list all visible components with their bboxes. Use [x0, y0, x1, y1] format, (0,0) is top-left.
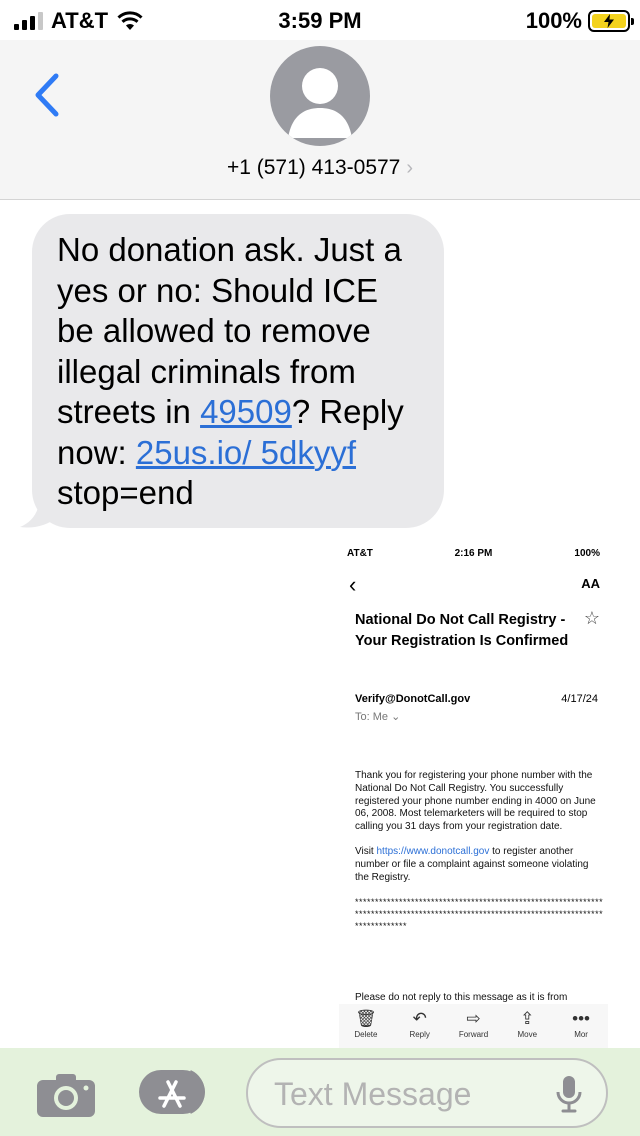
- app-store-icon[interactable]: [138, 1068, 214, 1116]
- zip-code-link[interactable]: 49509: [200, 393, 292, 430]
- attachment-time: 2:16 PM: [454, 548, 493, 559]
- email-subject: National Do Not Call Registry - Your Reg…: [355, 612, 569, 649]
- toolbar-label: Forward: [458, 1030, 489, 1039]
- back-chevron-icon[interactable]: [28, 70, 64, 120]
- message-input[interactable]: Text Message: [246, 1058, 608, 1128]
- status-bar: AT&T 3:59 PM 100%: [0, 0, 640, 40]
- message-text-3: stop=end: [57, 474, 194, 511]
- person-icon: [288, 68, 352, 138]
- reply-icon: ↶: [412, 1009, 427, 1028]
- toolbar-reply: ↶ Reply: [394, 1008, 446, 1048]
- compose-bar: Text Message: [0, 1048, 640, 1136]
- message-input-placeholder: Text Message: [274, 1076, 472, 1112]
- contact-name-row[interactable]: +1 (571) 413-0577 ›: [0, 156, 640, 180]
- microphone-icon[interactable]: [554, 1074, 584, 1114]
- toolbar-more: ••• Mor: [555, 1008, 607, 1048]
- move-icon: ⇪: [520, 1009, 535, 1028]
- toolbar-forward: ⇨ Forward: [447, 1008, 499, 1048]
- battery-percent: 100%: [525, 8, 582, 33]
- toolbar-label: Mor: [574, 1030, 588, 1039]
- email-sender: Verify@DonotCall.gov: [355, 693, 471, 705]
- trash-icon: 🗑: [355, 1009, 377, 1028]
- email-toolbar: 🗑 Delete ↶ Reply ⇨ Forward ⇪ Move ••• Mo…: [339, 1004, 608, 1048]
- email-paragraph-2: Visit https://www.donotcall.gov to regis…: [355, 846, 605, 884]
- email-body: Thank you for registering your phone num…: [355, 770, 605, 932]
- short-url-link[interactable]: 25us.io/ 5dkyyf: [136, 434, 356, 471]
- email-text: Visit: [355, 845, 377, 857]
- battery-icon: [588, 10, 634, 32]
- attachment-battery: 100%: [574, 548, 600, 559]
- toolbar-label: Delete: [354, 1030, 378, 1039]
- email-recipient: To: Me ⌄: [355, 711, 401, 723]
- charging-bolt-icon: [604, 14, 614, 28]
- toolbar-label: Move: [517, 1030, 538, 1039]
- toolbar-move: ⇪ Move: [501, 1008, 553, 1048]
- forward-icon: ⇨: [466, 1009, 481, 1028]
- status-right: 100%: [525, 8, 634, 34]
- email-paragraph-1: Thank you for registering your phone num…: [355, 770, 596, 833]
- chevron-right-icon: ›: [406, 157, 414, 179]
- email-cutoff-line: Please do not reply to this message as i…: [355, 992, 568, 1003]
- attachment-status-bar: AT&T 2:16 PM 100%: [339, 548, 608, 564]
- attachment-back-icon: ‹: [349, 572, 357, 597]
- contact-number: +1 (571) 413-0577: [226, 156, 401, 179]
- email-date: 4/17/24: [561, 693, 598, 705]
- text-size-icon: AA: [581, 576, 600, 591]
- incoming-message-bubble[interactable]: No donation ask. Just a yes or no: Shoul…: [32, 214, 444, 528]
- camera-icon[interactable]: [36, 1072, 96, 1118]
- conversation-header: +1 (571) 413-0577 ›: [0, 40, 640, 200]
- more-icon: •••: [572, 1009, 590, 1028]
- contact-avatar[interactable]: [270, 46, 370, 146]
- toolbar-label: Reply: [409, 1030, 430, 1039]
- screenshot-attachment[interactable]: AT&T 2:16 PM 100% ‹ AA National Do Not C…: [339, 544, 608, 1048]
- toolbar-delete: 🗑 Delete: [340, 1008, 392, 1048]
- email-separator: ****************************************…: [355, 897, 604, 932]
- star-icon: ☆: [583, 608, 600, 628]
- donotcall-link: https://www.donotcall.gov: [376, 845, 490, 857]
